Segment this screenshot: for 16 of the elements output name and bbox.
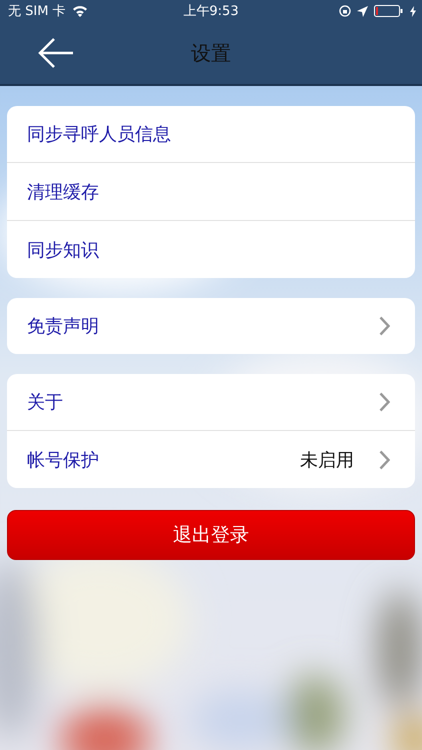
- carrier-text: 无 SIM 卡: [8, 3, 66, 20]
- charging-icon: [410, 6, 416, 16]
- settings-row[interactable]: 帐号保护 未启用: [7, 430, 415, 488]
- logout-button[interactable]: 退出登录: [7, 510, 415, 560]
- page-title: 设置: [191, 40, 231, 66]
- settings-row[interactable]: 清理缓存: [7, 162, 415, 220]
- battery-icon: [374, 5, 404, 17]
- settings-row[interactable]: 免责声明: [7, 298, 415, 354]
- settings-row[interactable]: 同步寻呼人员信息: [7, 106, 415, 162]
- settings-row[interactable]: 关于: [7, 374, 415, 430]
- location-arrow-icon: [357, 6, 368, 16]
- wifi-icon: [72, 5, 88, 17]
- settings-row[interactable]: 同步知识: [7, 220, 415, 278]
- back-arrow-icon[interactable]: [37, 37, 75, 69]
- rotation-lock-icon: [339, 5, 351, 17]
- clock-time: 上午9:53: [183, 3, 239, 20]
